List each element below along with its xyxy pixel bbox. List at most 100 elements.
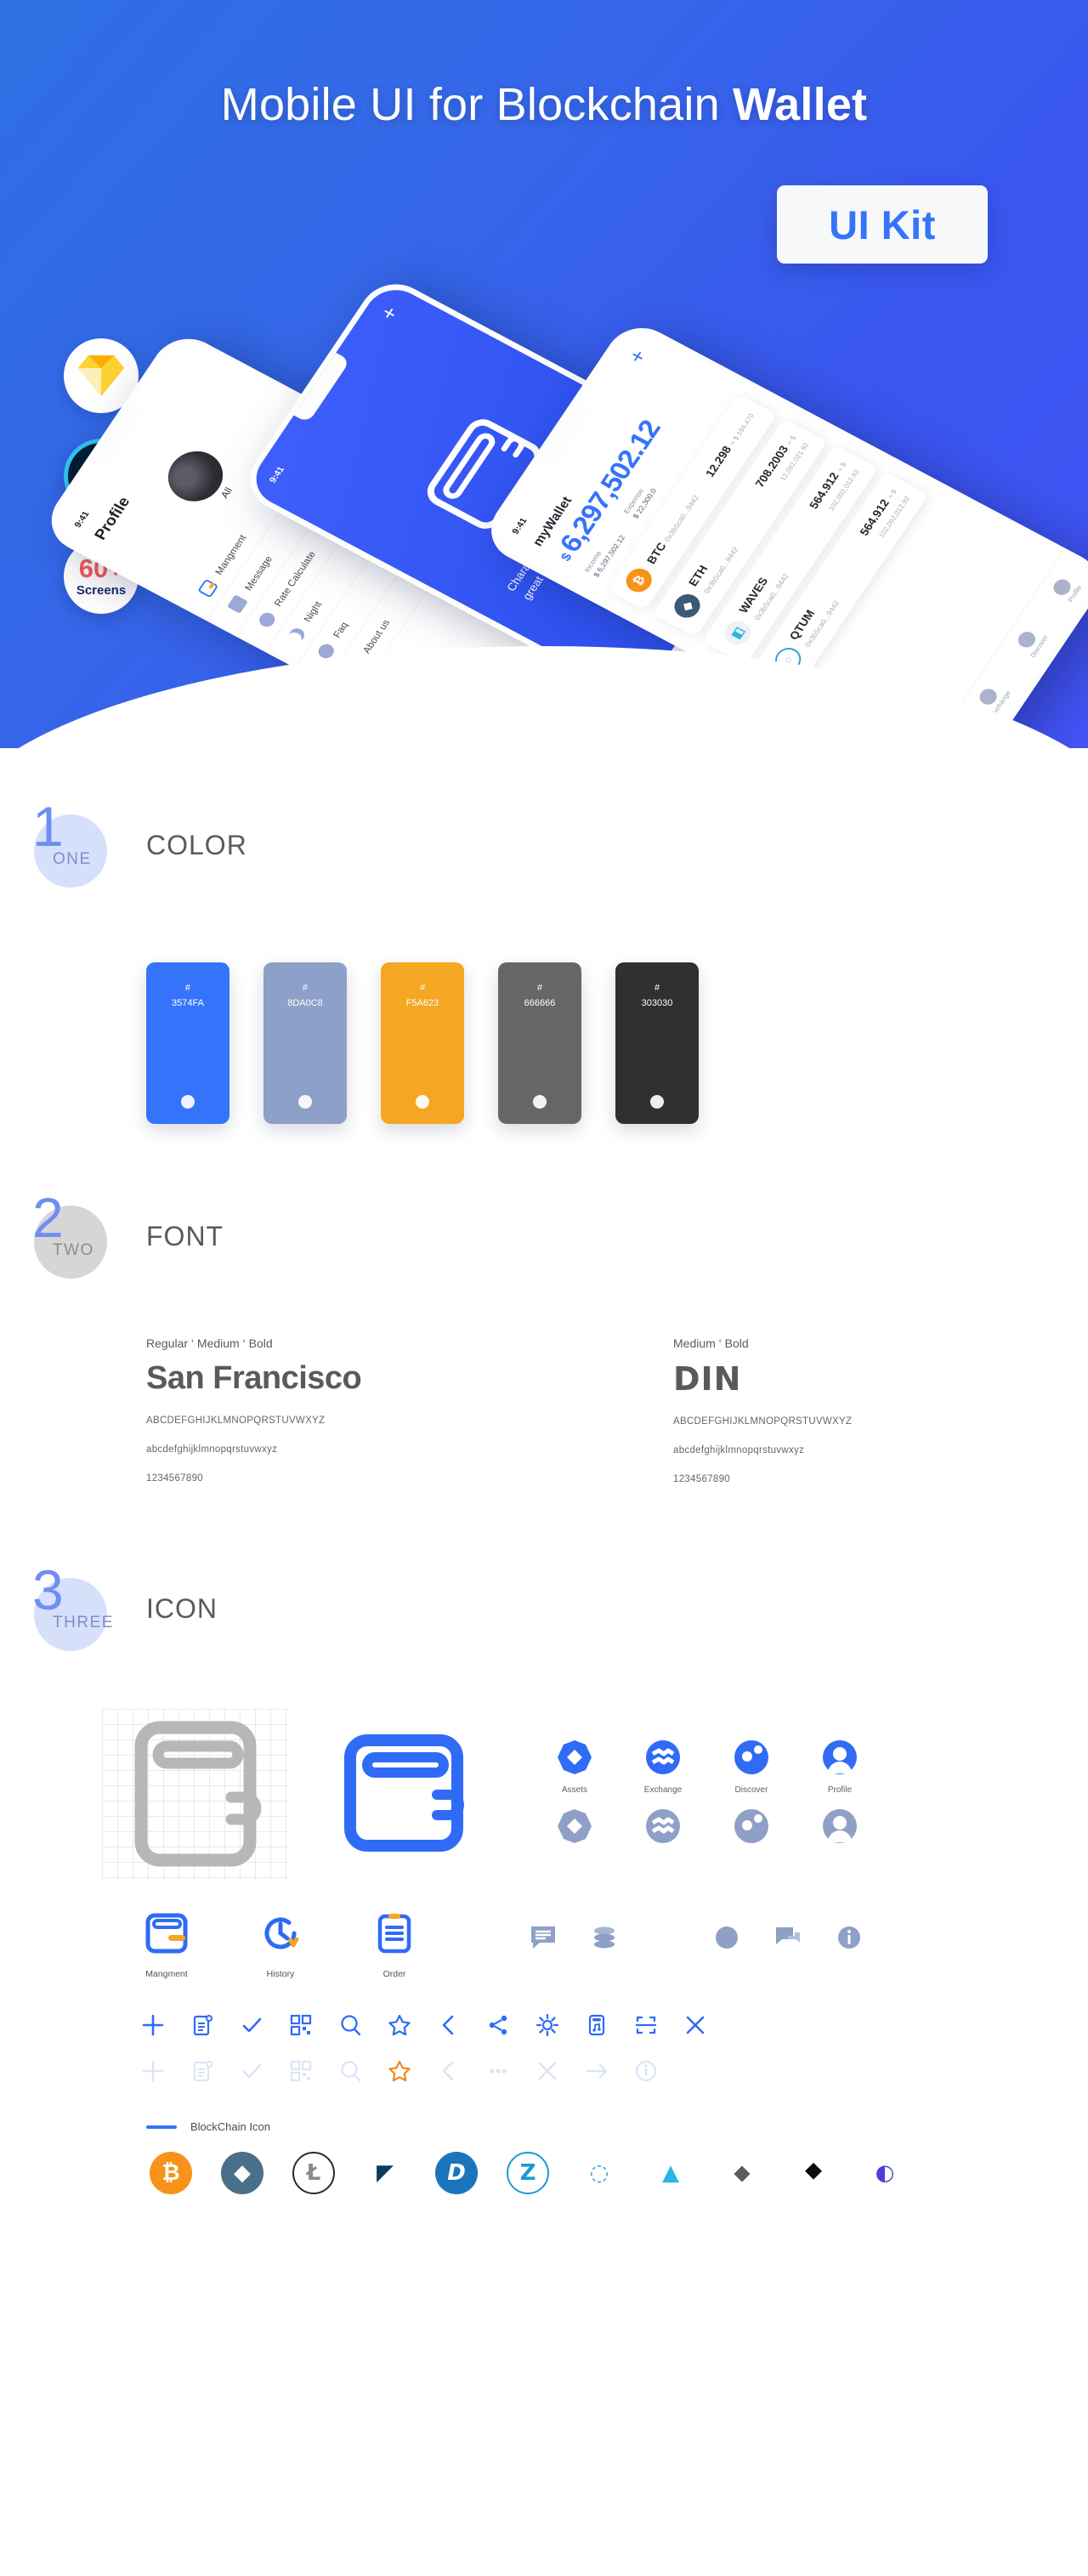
close-icon[interactable] (683, 2013, 707, 2037)
color-swatch[interactable]: #3574FA (146, 962, 230, 1124)
font-weights: Regular ‘ Medium ‘ Bold (146, 1336, 273, 1350)
coin-quantity: 12.298 (702, 443, 734, 479)
blockchain-coin-row: ₿ ◆ Ł ◤ D Z ◌ ▲ ⬥ ⯁ ◐ (0, 2133, 1088, 2194)
section-number-word: TWO (53, 1241, 94, 1259)
circle-filled-icon[interactable] (712, 1923, 741, 1952)
plus-icon[interactable] (141, 2013, 165, 2037)
star-icon[interactable] (388, 2013, 411, 2037)
tab-icon-discover[interactable]: Discover (726, 1739, 777, 1795)
plus-icon[interactable]: + (375, 302, 404, 324)
chevron-left-icon[interactable] (437, 2059, 461, 2083)
blockchain-icon-header: BlockChain Icon (0, 2083, 1088, 2133)
check-icon[interactable] (240, 2059, 264, 2083)
tab-discover[interactable]: Discover (1012, 625, 1049, 659)
swatch-dot (650, 1095, 664, 1109)
tab-icon-profile[interactable]: Profile (814, 1739, 865, 1795)
status-time: 9:41 (267, 464, 287, 485)
message-filled-icon[interactable] (529, 1923, 558, 1952)
qr-code-icon[interactable] (289, 2059, 313, 2083)
qtum-icon[interactable]: ◌ (578, 2152, 620, 2194)
tab-icon-assets-inactive[interactable] (549, 1808, 600, 1848)
font-digits: 1234567890 (146, 1473, 203, 1484)
tab-icon-discover-inactive[interactable] (726, 1808, 777, 1848)
exchange-icon (646, 1740, 680, 1774)
litecoin-icon[interactable]: Ł (292, 2152, 335, 2194)
nano-icon[interactable]: ◐ (864, 2152, 906, 2194)
chat-filled-icon[interactable] (774, 1923, 802, 1952)
ethereum-icon[interactable]: ◆ (221, 2152, 264, 2194)
tab-icon-exchange-inactive[interactable] (638, 1808, 688, 1848)
info-filled-icon[interactable] (835, 1923, 864, 1952)
close-icon[interactable] (536, 2059, 559, 2083)
tab-profile[interactable]: Profile (1050, 576, 1083, 603)
bitcoin-icon[interactable]: ₿ (150, 2152, 192, 2194)
font-digits: 1234567890 (673, 1474, 730, 1484)
tab-icon-exchange[interactable]: Exchange (638, 1739, 688, 1795)
coins-stack-icon[interactable] (590, 1923, 619, 1952)
utility-icon-mangment[interactable]: Mangment (136, 1909, 197, 1979)
scan-frame-icon[interactable] (634, 2013, 658, 2037)
eos-icon[interactable]: ⬥ (721, 2152, 763, 2194)
bitshares-icon[interactable]: ◤ (364, 2152, 406, 2194)
flat-icon-row (529, 1909, 864, 1952)
search-icon[interactable] (338, 2013, 362, 2037)
section-number: 3 (32, 1558, 64, 1621)
list-item-label: Night (301, 599, 325, 624)
color-swatch[interactable]: # F5A623 (381, 962, 464, 1124)
page-title-bold: Wallet (733, 79, 868, 130)
share-icon[interactable] (486, 2013, 510, 2037)
screens-count-label: Screens (76, 583, 127, 598)
blockchain-label: BlockChain Icon (190, 2120, 270, 2133)
info-outline-icon[interactable] (634, 2059, 658, 2083)
ethereum-icon: ◆ (669, 590, 706, 622)
tab-icon-assets[interactable]: Assets (549, 1739, 600, 1795)
font-lowercase: abcdefghijklmnopqrstuvwxyz (146, 1444, 278, 1455)
gear-icon[interactable] (536, 2013, 559, 2037)
tab-icon-label: Exchange (643, 1785, 683, 1795)
color-swatch[interactable]: #666666 (498, 962, 581, 1124)
line-icon-row-disabled (0, 2037, 1088, 2083)
arrow-right-icon[interactable] (585, 2059, 609, 2083)
profile-icon (823, 1740, 857, 1774)
section-color: 1 ONE COLOR #3574FA #8DA0C8 # F5A623 #666… (0, 795, 1088, 1124)
wallet-icon-grid-construction (102, 1709, 289, 1879)
moon-icon[interactable] (651, 1923, 680, 1952)
more-dots-icon[interactable] (486, 2059, 510, 2083)
swatch-hash: # (419, 983, 426, 993)
moon-icon (286, 626, 307, 645)
document-settings-icon[interactable] (190, 2059, 214, 2083)
check-icon[interactable] (240, 2013, 264, 2037)
utility-icon-label: History (266, 1969, 295, 1979)
search-icon[interactable] (338, 2059, 362, 2083)
message-icon (226, 594, 248, 614)
card-music-icon[interactable] (585, 2013, 609, 2037)
line-icon-row-primary (0, 1979, 1088, 2037)
chevron-left-icon[interactable] (437, 2013, 461, 2037)
section-icon: 3 THREE ICON Assets Exchange Discover Pr… (0, 1558, 1088, 2194)
section-number: 1 (32, 795, 64, 858)
swatch-hash: # (536, 983, 543, 993)
swatch-hex: 666666 (524, 997, 556, 1008)
zcash-icon[interactable]: Z (507, 2152, 549, 2194)
swatch-hash: # (184, 983, 191, 993)
color-swatch[interactable]: #303030 (615, 962, 699, 1124)
qr-code-icon[interactable] (289, 2013, 313, 2037)
star-active-icon[interactable] (388, 2059, 411, 2083)
hero-banner: Mobile UI for Blockchain Wallet UI Kit 6… (0, 0, 1088, 748)
tab-icon-label: Assets (561, 1785, 587, 1795)
history-clock-icon (264, 1917, 299, 1949)
utility-icon-order[interactable]: Order (364, 1909, 425, 1979)
dash-icon[interactable]: D (435, 2152, 478, 2194)
color-swatch[interactable]: #8DA0C8 (264, 962, 347, 1124)
section-title: FONT (146, 1221, 224, 1251)
tab-icon-profile-inactive[interactable] (814, 1808, 865, 1848)
wallet-icon (197, 578, 219, 599)
wanchain-icon[interactable]: ⯁ (792, 2152, 835, 2194)
section-number: 2 (32, 1186, 64, 1249)
discover-icon (734, 1809, 768, 1843)
waves-icon[interactable]: ▲ (649, 2152, 692, 2194)
utility-icon-history[interactable]: History (250, 1909, 311, 1979)
document-settings-icon[interactable] (190, 2013, 214, 2037)
plus-icon[interactable] (141, 2059, 165, 2083)
coin-usd: ≈ $ 184,470 (728, 411, 756, 447)
